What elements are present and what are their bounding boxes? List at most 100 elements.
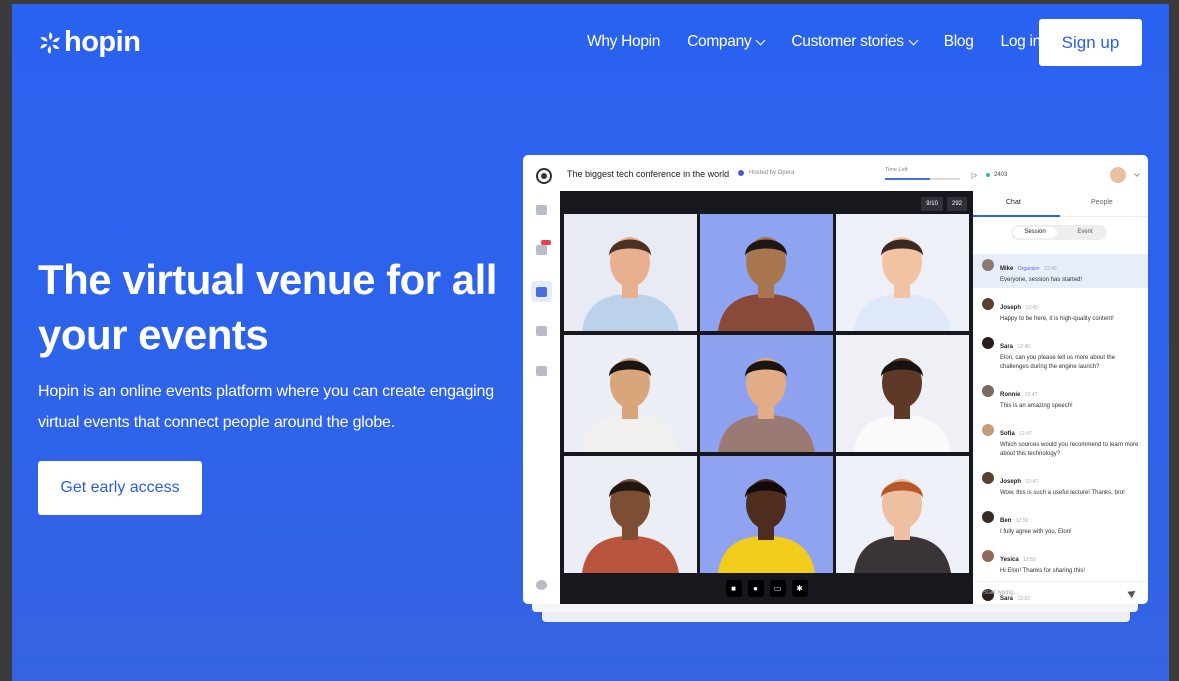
segment-session[interactable]: Session: [1013, 227, 1057, 238]
chat-text: Happy to be here, it is high-quality con…: [1000, 316, 1114, 322]
chat-time: 12:50: [1015, 518, 1029, 524]
chat-header: 2403: [973, 155, 1148, 191]
video-tile[interactable]: [700, 214, 833, 331]
chat-author: Sofia: [1000, 431, 1015, 437]
app-left-rail: [523, 191, 561, 604]
chat-message: Yesica 12:50 Hi Elon! Thanks for sharing …: [973, 545, 1148, 579]
hosted-by: Hosted by Opera: [738, 170, 794, 176]
get-early-access-button[interactable]: Get early access: [38, 461, 202, 515]
call-controls: ■ ● ▭ ✱: [560, 573, 973, 604]
video-grid: [564, 214, 969, 573]
send-icon[interactable]: [1127, 587, 1138, 599]
video-stage: 9/10 292 ■ ● ▭ ✱: [560, 191, 973, 604]
chat-message-meta: Joseph 12:45: [1000, 296, 1142, 314]
user-avatar[interactable]: [1110, 167, 1126, 183]
chat-message-meta: Mike Organizer 12:45: [1000, 257, 1142, 275]
online-count-value: 2403: [994, 172, 1008, 178]
microphone-icon[interactable]: ●: [747, 580, 764, 597]
video-tile[interactable]: [700, 335, 833, 452]
time-left-label: Time Left: [885, 167, 908, 173]
chat-text: I fully agree with you, Elon!: [1000, 529, 1072, 535]
chat-time: 12:45: [1017, 344, 1030, 350]
segment-event[interactable]: Event: [1067, 227, 1103, 238]
settings-icon[interactable]: ✱: [791, 580, 808, 597]
settings-gear-icon[interactable]: [536, 580, 547, 590]
chat-avatar: [982, 472, 994, 484]
chat-message: Ronnie 12:47 This is an amazing speech!: [973, 380, 1148, 414]
nav-link-log-in[interactable]: Log in: [1001, 33, 1042, 51]
chat-message: Sara 12:45 Elon, can you please tell us m…: [973, 332, 1148, 375]
participant-portrait: [718, 479, 815, 573]
logo-text: hopin: [64, 26, 141, 58]
sessions-icon[interactable]: [536, 287, 547, 297]
tab-chat[interactable]: Chat: [1006, 199, 1021, 206]
video-tile[interactable]: [564, 214, 697, 331]
viewers-count: 292: [946, 197, 967, 211]
chat-message-meta: Sara 12:45: [1000, 335, 1142, 353]
event-title: The biggest tech conference in the world: [567, 169, 730, 179]
video-tile[interactable]: [836, 214, 969, 331]
screen-share-icon[interactable]: ▭: [769, 580, 786, 597]
chat-input[interactable]: Start typing...: [973, 581, 1148, 604]
tab-people[interactable]: People: [1091, 199, 1113, 206]
nav-link-company[interactable]: Company: [687, 33, 766, 51]
networking-icon[interactable]: [536, 326, 547, 336]
chat-time: 12:45: [1025, 305, 1038, 311]
chat-author: Mike: [1000, 266, 1014, 272]
chat-input-placeholder: Start typing...: [983, 590, 1019, 596]
chat-text: Wow, this is such a useful lecture! Than…: [1000, 490, 1125, 496]
video-tile[interactable]: [836, 335, 969, 452]
chat-text: Which sources would you recommend to lea…: [1000, 442, 1139, 457]
chat-avatar: [982, 337, 994, 349]
video-tile[interactable]: [836, 456, 969, 573]
chat-message: Ben 12:50 I fully agree with you, Elon!: [973, 506, 1148, 540]
hero-subtitle: Hopin is an online events platform where…: [38, 383, 494, 431]
chat-messages: Mike Organizer 12:45 Everyone, session ha…: [973, 254, 1148, 604]
camera-icon[interactable]: ■: [725, 580, 742, 597]
nav-link-label: Why Hopin: [587, 33, 661, 50]
home-icon[interactable]: [536, 205, 547, 215]
chat-avatar: [982, 298, 994, 310]
participant-portrait: [854, 237, 951, 331]
hopin-logo-icon: [38, 31, 62, 55]
chat-time: 12:47: [1024, 392, 1038, 398]
chat-author: Joseph: [1000, 479, 1022, 485]
nav-link-blog[interactable]: Blog: [944, 33, 974, 51]
nav-link-customer-stories[interactable]: Customer stories: [791, 33, 919, 51]
participants-count: 9/10: [921, 197, 943, 211]
participant-portrait: [718, 358, 815, 452]
online-count: 2403: [986, 172, 1007, 178]
nav-link-label: Customer stories: [791, 33, 904, 50]
chat-message-meta: Ronnie 12:47: [1000, 383, 1142, 401]
page: hopin Why Hopin Company Customer stories…: [12, 4, 1169, 681]
chat-time: 12:47: [1019, 431, 1032, 437]
chat-message: Joseph 12:47 Wow, this is such a useful l…: [973, 467, 1148, 501]
chat-author: Sara: [1000, 344, 1014, 350]
chevron-down-icon[interactable]: [1134, 171, 1140, 177]
chat-avatar: [982, 259, 994, 271]
nav-link-why-hopin[interactable]: Why Hopin: [587, 33, 660, 51]
nav-link-label: Blog: [943, 33, 974, 50]
chat-avatar: [982, 550, 994, 562]
participant-portrait: [854, 479, 951, 573]
video-tile[interactable]: [564, 456, 697, 573]
chat-text: This is an amazing speech!: [1000, 403, 1073, 409]
chat-author-role: Organizer: [1017, 266, 1040, 272]
chat-avatar: [982, 424, 994, 436]
app-header: The biggest tech conference in the world…: [523, 155, 977, 191]
nav-links: Why Hopin Company Customer stories Blog …: [587, 33, 1068, 51]
active-tab-indicator: [973, 215, 1060, 217]
expo-icon[interactable]: [536, 366, 547, 376]
sign-up-button[interactable]: Sign up: [1039, 19, 1142, 66]
chat-message: Sofia 12:47 Which sources would you recom…: [973, 419, 1148, 462]
hopin-logo[interactable]: hopin: [38, 26, 141, 59]
video-tile[interactable]: [700, 456, 833, 573]
chat-author: Joseph: [1000, 305, 1022, 311]
participant-portrait: [718, 237, 815, 331]
time-left-fill: [885, 178, 930, 180]
chevron-down-icon: [755, 35, 766, 45]
stage-icon[interactable]: [536, 245, 547, 255]
chevron-down-icon: [908, 35, 919, 45]
app-logo-icon: [536, 168, 552, 184]
video-tile[interactable]: [564, 335, 697, 452]
